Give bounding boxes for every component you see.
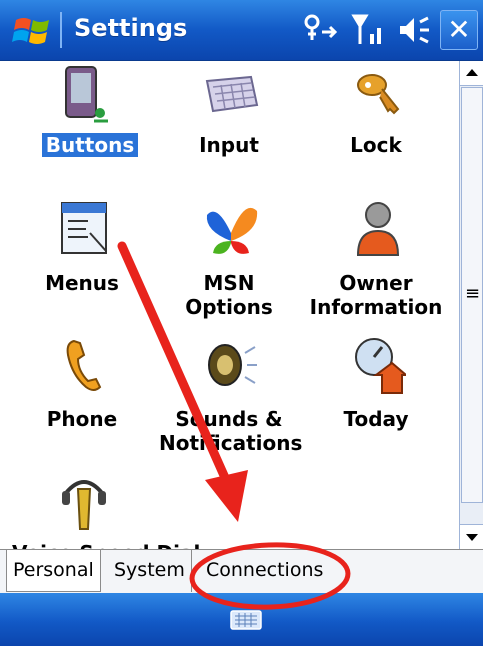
item-label: Voice Speed Dial [12, 541, 212, 549]
item-label: Input [199, 133, 259, 157]
settings-item-input[interactable]: Input [159, 63, 299, 173]
settings-item-buttons[interactable]: Buttons [12, 63, 152, 173]
settings-item-msn-options[interactable]: MSN Options [159, 197, 299, 319]
settings-item-owner-information[interactable]: Owner Information [306, 197, 446, 319]
scroll-down-button[interactable] [460, 524, 483, 549]
signal-icon[interactable] [350, 12, 386, 48]
close-button[interactable]: ✕ [440, 10, 478, 50]
scroll-up-button[interactable] [460, 61, 483, 86]
item-label: MSN Options [185, 271, 273, 319]
lock-keys-icon [357, 74, 400, 115]
settings-item-today[interactable]: Today [306, 335, 446, 445]
phone-icon [66, 339, 102, 391]
item-label: Phone [46, 407, 118, 431]
settings-item-lock[interactable]: Lock [306, 63, 446, 173]
settings-item-menus[interactable]: Menus [12, 197, 152, 307]
buttons-icon [65, 66, 108, 123]
page-title: Settings [74, 14, 188, 42]
title-bar: Settings ✕ [0, 0, 483, 61]
item-label: Buttons [42, 133, 138, 157]
arrow-up-icon [466, 69, 478, 76]
keyboard-icon [205, 75, 259, 113]
title-separator [60, 12, 62, 48]
keyboard-input-icon[interactable] [230, 607, 262, 631]
grip-icon: ≡ [465, 283, 481, 304]
tab-strip: Personal System Connections [0, 549, 483, 594]
soft-key-bar [0, 593, 483, 646]
msn-butterfly-icon [206, 207, 258, 254]
windows-start-icon[interactable] [12, 12, 52, 48]
speaker-icon [208, 344, 257, 386]
settings-item-sounds-notifications[interactable]: Sounds & Notifications [159, 335, 303, 455]
vertical-scrollbar[interactable]: ≡ [459, 61, 483, 549]
today-icon [355, 338, 406, 394]
item-label: Today [343, 407, 409, 431]
volume-icon[interactable] [396, 12, 432, 48]
item-label: Owner [339, 271, 413, 295]
item-label: Menus [45, 271, 119, 295]
item-label: Sounds & [175, 407, 283, 431]
tab-connections[interactable]: Connections [200, 550, 329, 592]
owner-icon [356, 202, 400, 256]
voice-icon [62, 480, 106, 530]
tab-system[interactable]: System [108, 550, 192, 592]
scroll-thumb[interactable]: ≡ [461, 87, 483, 503]
item-label-line2: Information [309, 295, 443, 319]
item-label: Lock [350, 133, 402, 157]
menus-icon [61, 202, 107, 254]
settings-grid: Buttons Input Lock Menus MSN Options Own… [0, 61, 458, 549]
tab-personal[interactable]: Personal [6, 550, 101, 592]
connectivity-icon[interactable] [300, 12, 338, 48]
item-label-line2: Notifications [159, 431, 303, 455]
settings-item-voice-speed-dial[interactable]: Voice Speed Dial [12, 469, 200, 549]
arrow-down-icon [466, 534, 478, 541]
settings-item-phone[interactable]: Phone [12, 335, 152, 445]
